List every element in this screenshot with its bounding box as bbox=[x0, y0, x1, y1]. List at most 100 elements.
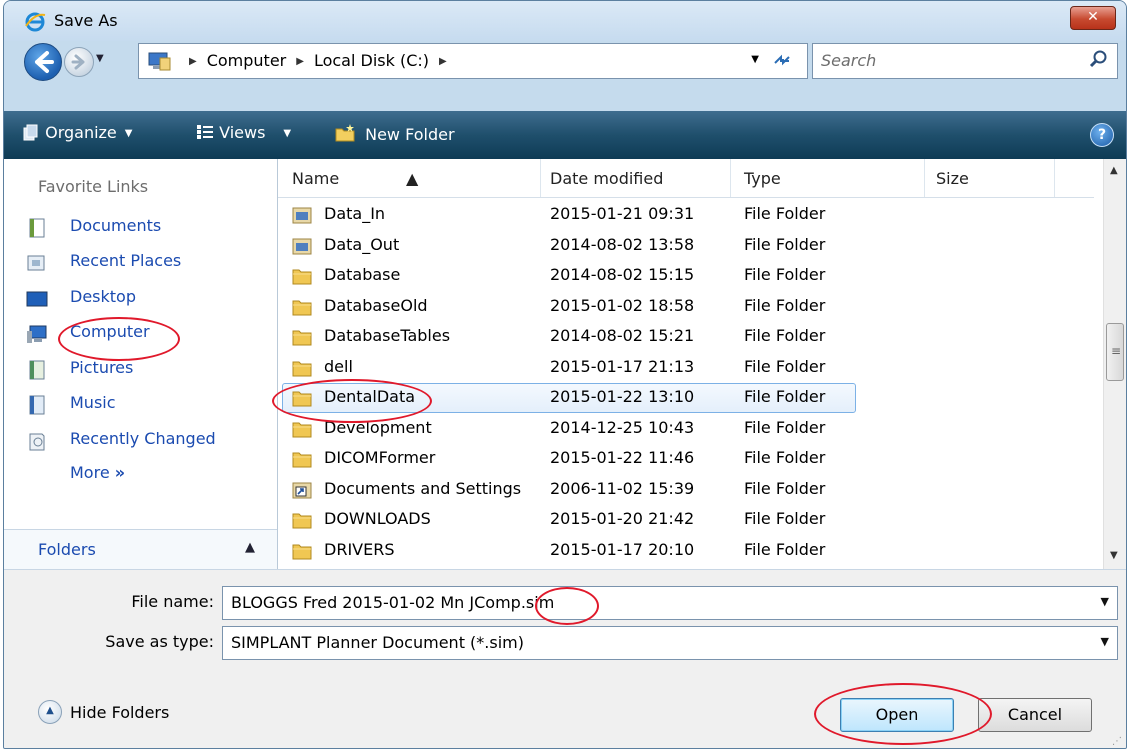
forward-button[interactable] bbox=[64, 47, 94, 77]
folder-icon bbox=[292, 542, 312, 560]
navigation-pane: Favorite Links Documents Recent Places D… bbox=[4, 159, 278, 570]
scroll-thumb[interactable]: ≡ bbox=[1106, 323, 1124, 381]
resize-grip-icon[interactable]: ⋰ bbox=[1112, 736, 1122, 747]
search-input[interactable]: Search bbox=[821, 51, 876, 70]
column-divider[interactable] bbox=[540, 159, 541, 197]
table-row[interactable]: Data_Out 2014-08-02 13:58 File Folder bbox=[278, 231, 1094, 261]
date-modified-cell: 2015-01-02 18:58 bbox=[550, 295, 695, 315]
table-row[interactable]: Data_In 2015-01-21 09:31 File Folder bbox=[278, 200, 1094, 230]
shortcut-folder-icon bbox=[292, 481, 312, 499]
organize-label: Organize bbox=[45, 123, 117, 142]
pictures-icon bbox=[29, 360, 45, 380]
date-modified-cell: 2014-08-02 13:58 bbox=[550, 234, 695, 254]
file-name-cell: Database bbox=[324, 265, 401, 284]
nav-item-label: Recent Places bbox=[70, 251, 182, 270]
date-modified-cell: 2006-11-02 15:39 bbox=[550, 478, 695, 498]
address-bar[interactable]: ▶ Computer ▶ Local Disk (C:) ▶ ▼ bbox=[138, 43, 808, 79]
file-name-cell: DatabaseOld bbox=[324, 295, 428, 315]
date-modified-cell: 2015-01-17 20:10 bbox=[550, 539, 695, 559]
column-size[interactable]: Size bbox=[936, 169, 969, 188]
type-cell: File Folder bbox=[744, 356, 826, 376]
refresh-icon[interactable] bbox=[771, 49, 793, 76]
folder-icon bbox=[292, 267, 312, 285]
cancel-button[interactable]: Cancel bbox=[978, 698, 1092, 732]
views-button[interactable]: Views ▼ bbox=[196, 123, 291, 142]
search-box[interactable]: Search bbox=[812, 43, 1118, 79]
new-folder-icon bbox=[335, 124, 355, 142]
save-as-type-value: SIMPLANT Planner Document (*.sim) bbox=[231, 633, 524, 652]
folder-icon bbox=[292, 298, 312, 316]
file-name-cell: DICOMFormer bbox=[324, 448, 436, 467]
table-row[interactable]: DRIVERS 2015-01-17 20:10 File Folder bbox=[278, 536, 1094, 566]
computer-location-icon bbox=[147, 50, 171, 76]
folder-icon bbox=[292, 511, 312, 529]
column-divider[interactable] bbox=[1054, 159, 1055, 197]
folder-icon bbox=[292, 420, 312, 438]
table-row[interactable]: DOWNLOADS 2015-01-20 21:42 File Folder bbox=[278, 505, 1094, 535]
table-row[interactable]: Database 2014-08-02 15:15 File Folder bbox=[278, 261, 1094, 291]
folders-bar[interactable]: Folders ▲ bbox=[4, 529, 277, 570]
views-icon bbox=[197, 125, 213, 139]
save-as-type-select[interactable]: SIMPLANT Planner Document (*.sim) ▼ bbox=[222, 626, 1118, 660]
file-name-field[interactable]: BLOGGS Fred 2015-01-02 Mn JComp.sim ▼ bbox=[222, 586, 1118, 620]
recent-pages-dropdown-icon[interactable]: ▼ bbox=[96, 53, 104, 64]
column-divider[interactable] bbox=[730, 159, 731, 197]
file-name-cell: DatabaseTables bbox=[324, 326, 451, 345]
column-name[interactable]: Name bbox=[292, 169, 339, 188]
back-button[interactable] bbox=[24, 43, 62, 81]
hide-folders-button[interactable]: ▲ Hide Folders bbox=[38, 700, 169, 724]
back-arrow-icon bbox=[35, 51, 54, 73]
table-row[interactable]: Documents and Settings 2006-11-02 15:39 Fi… bbox=[278, 475, 1094, 505]
organize-dropdown-icon: ▼ bbox=[124, 128, 133, 139]
column-type[interactable]: Type bbox=[744, 169, 781, 188]
breadcrumb-separator-icon[interactable]: ▶ bbox=[189, 56, 197, 67]
file-name-label: File name: bbox=[131, 592, 214, 611]
organize-button[interactable]: Organize ▼ bbox=[22, 123, 132, 142]
close-button[interactable]: ✕ bbox=[1070, 6, 1116, 30]
breadcrumb-separator-icon[interactable]: ▶ bbox=[296, 56, 304, 67]
vertical-scrollbar[interactable]: ▲ ≡ ▼ bbox=[1103, 159, 1126, 569]
new-folder-button[interactable]: New Folder bbox=[334, 123, 455, 144]
nav-item-label: Desktop bbox=[70, 287, 136, 306]
date-modified-cell: 2015-01-21 09:31 bbox=[550, 204, 695, 223]
favorite-links-header: Favorite Links bbox=[38, 177, 149, 196]
column-divider[interactable] bbox=[924, 159, 925, 197]
hide-folders-label: Hide Folders bbox=[70, 702, 170, 722]
breadcrumb-separator-icon[interactable]: ▶ bbox=[439, 56, 447, 67]
documents-icon bbox=[29, 218, 45, 238]
table-row[interactable]: DICOMFormer 2015-01-22 11:46 File Folder bbox=[278, 444, 1094, 474]
special-folder-icon bbox=[292, 206, 312, 224]
type-cell: File Folder bbox=[744, 326, 826, 345]
type-cell: File Folder bbox=[744, 417, 826, 437]
type-cell: File Folder bbox=[744, 478, 826, 498]
annotation-circle-extension bbox=[535, 587, 599, 625]
search-icon[interactable] bbox=[1089, 49, 1109, 73]
annotation-circle-dentaldata bbox=[272, 379, 432, 423]
address-dropdown-icon[interactable]: ▼ bbox=[751, 54, 759, 65]
table-row[interactable]: DatabaseOld 2015-01-02 18:58 File Folder bbox=[278, 292, 1094, 322]
new-folder-label: New Folder bbox=[365, 125, 455, 144]
chevron-down-icon[interactable]: ▼ bbox=[1101, 635, 1109, 648]
recently-changed-icon bbox=[29, 433, 45, 451]
type-cell: File Folder bbox=[744, 204, 826, 223]
special-folder-icon bbox=[292, 237, 312, 255]
save-as-type-label: Save as type: bbox=[105, 632, 214, 651]
desktop-icon bbox=[26, 291, 48, 307]
file-name-value[interactable]: BLOGGS Fred 2015-01-02 Mn JComp.sim bbox=[231, 593, 554, 612]
breadcrumb-computer[interactable]: Computer bbox=[207, 51, 287, 70]
grip-icon: ≡ bbox=[1111, 344, 1122, 358]
column-date-modified[interactable]: Date modified bbox=[550, 169, 663, 188]
breadcrumb-local-disk[interactable]: Local Disk (C:) bbox=[314, 51, 429, 70]
double-chevron-icon: » bbox=[114, 463, 126, 482]
scroll-down-icon[interactable]: ▼ bbox=[1110, 550, 1118, 561]
date-modified-cell: 2014-08-02 15:15 bbox=[550, 265, 695, 284]
help-icon[interactable]: ? bbox=[1090, 123, 1114, 147]
scroll-up-icon[interactable]: ▲ bbox=[1110, 165, 1118, 176]
date-modified-cell: 2015-01-22 13:10 bbox=[550, 387, 695, 406]
chevron-down-icon[interactable]: ▼ bbox=[1101, 595, 1109, 608]
annotation-circle-open bbox=[814, 683, 992, 745]
table-row[interactable]: DatabaseTables 2014-08-02 15:21 File Folde… bbox=[278, 322, 1094, 352]
type-cell: File Folder bbox=[744, 295, 826, 315]
more-links-button[interactable]: More » bbox=[70, 463, 125, 482]
table-row[interactable]: dell 2015-01-17 21:13 File Folder bbox=[278, 353, 1094, 383]
